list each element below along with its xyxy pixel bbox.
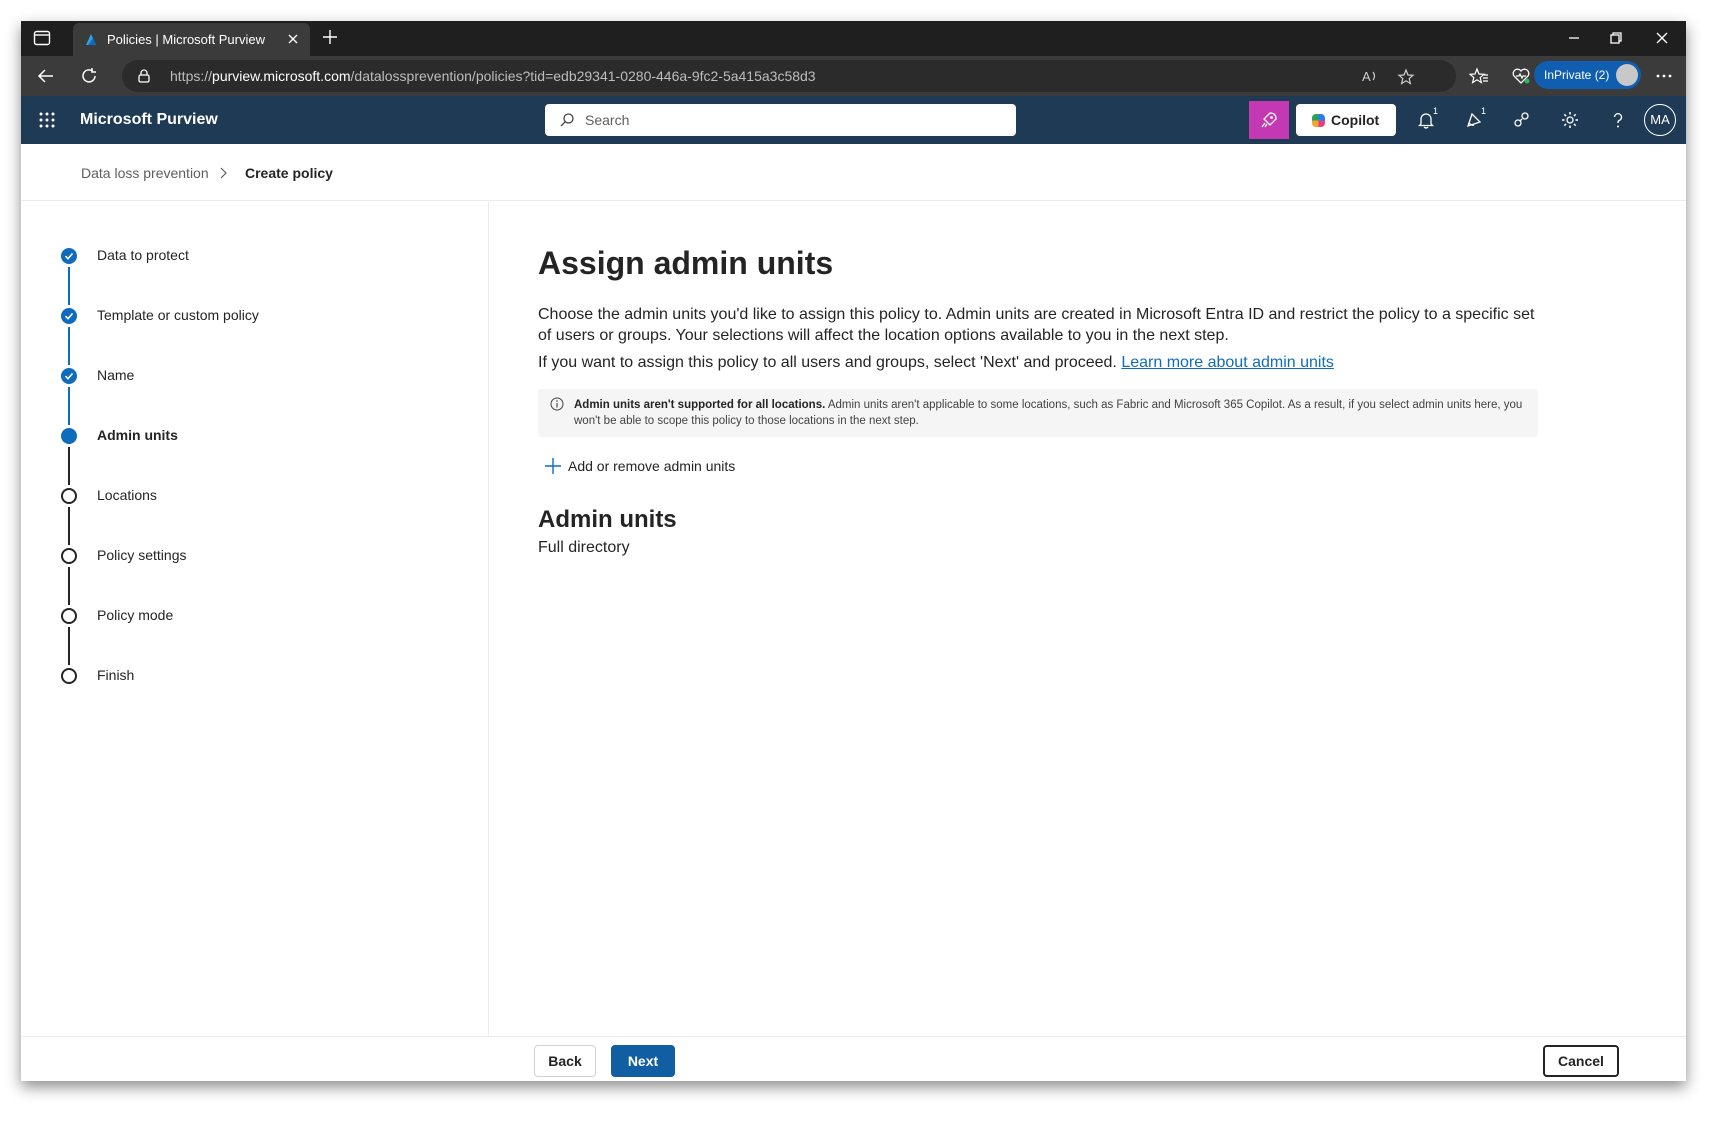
admin-units-value: Full directory: [538, 539, 630, 556]
add-remove-label: Add or remove admin units: [568, 458, 736, 474]
profile-picture-icon: [1616, 64, 1638, 86]
breadcrumb: Data loss prevention Create policy: [21, 144, 1686, 201]
next-button[interactable]: Next: [611, 1045, 675, 1077]
plus-icon: [545, 458, 561, 474]
notifications-badge: 1: [1433, 106, 1439, 116]
empty-circle-icon: [61, 608, 77, 624]
more-options-icon[interactable]: [1654, 66, 1674, 86]
minimize-icon[interactable]: [1566, 30, 1582, 46]
copilot-button[interactable]: Copilot: [1296, 104, 1396, 136]
step-connector: [68, 267, 70, 305]
close-tab-icon[interactable]: [286, 32, 300, 46]
tab-actions-icon[interactable]: [33, 30, 51, 46]
app-brand[interactable]: Microsoft Purview: [80, 111, 218, 129]
step-connector: [68, 567, 70, 605]
app-header: Microsoft Purview Copilot 1 1 MA: [21, 96, 1686, 144]
search-box[interactable]: [545, 104, 1016, 136]
empty-circle-icon: [61, 668, 77, 684]
step-label: Template or custom policy: [97, 307, 259, 323]
search-icon: [560, 113, 574, 127]
browser-tab[interactable]: Policies | Microsoft Purview: [73, 23, 310, 56]
info-banner: Admin units aren't supported for all loc…: [538, 389, 1538, 437]
empty-circle-icon: [61, 488, 77, 504]
check-icon: [61, 368, 77, 384]
read-aloud-icon[interactable]: A: [1361, 68, 1379, 84]
whats-new-badge: 1: [1481, 106, 1487, 116]
favorites-icon[interactable]: [1469, 66, 1489, 86]
app-launcher-icon[interactable]: [38, 111, 56, 129]
main-content: Assign admin units Choose the admin unit…: [490, 202, 1686, 1049]
chevron-right-icon: [220, 167, 227, 179]
step-label: Locations: [97, 487, 157, 503]
user-avatar[interactable]: MA: [1644, 104, 1676, 136]
new-tab-icon[interactable]: [321, 28, 339, 46]
browser-essentials-icon[interactable]: [1511, 66, 1531, 86]
browser-window: Policies | Microsoft Purview https://pur…: [21, 21, 1686, 1081]
close-window-icon[interactable]: [1654, 30, 1670, 46]
svg-text:A: A: [1362, 69, 1371, 84]
current-step-dot-icon: [61, 428, 77, 444]
back-arrow-icon[interactable]: [36, 66, 56, 86]
page-description: Choose the admin units you'd like to ass…: [538, 306, 1535, 344]
wizard-footer: Back Next Cancel: [21, 1036, 1686, 1081]
back-button[interactable]: Back: [534, 1045, 596, 1077]
step-connector: [68, 627, 70, 665]
rocket-icon: [1261, 112, 1277, 128]
tab-title: Policies | Microsoft Purview: [107, 32, 265, 47]
step-label: Finish: [97, 667, 135, 683]
step-label: Name: [97, 367, 135, 383]
restore-icon[interactable]: [1608, 30, 1624, 46]
copilot-pink-button[interactable]: [1249, 101, 1289, 139]
step-label: Admin units: [97, 427, 178, 443]
step-connector: [68, 387, 70, 425]
step-label: Policy settings: [97, 547, 187, 563]
community-icon[interactable]: [1512, 110, 1532, 130]
proceed-sentence: If you want to assign this policy to all…: [538, 354, 1117, 371]
step-connector: [68, 507, 70, 545]
step-connector: [68, 327, 70, 365]
step-label: Policy mode: [97, 607, 174, 623]
admin-units-heading: Admin units: [538, 506, 677, 533]
address-bar[interactable]: https://purview.microsoft.com/datalosspr…: [122, 60, 1456, 92]
info-icon: [550, 397, 564, 411]
purview-favicon-icon: [86, 34, 96, 45]
breadcrumb-create-policy: Create policy: [245, 165, 333, 181]
tab-strip: Policies | Microsoft Purview: [21, 21, 1686, 56]
step-label: Data to protect: [97, 247, 189, 263]
copilot-logo-icon: [1312, 114, 1325, 127]
wizard-steps: Data to protect Template or custom polic…: [21, 202, 489, 1049]
url-text: https://purview.microsoft.com/datalosspr…: [170, 68, 816, 84]
refresh-icon[interactable]: [79, 66, 99, 86]
copilot-label: Copilot: [1331, 112, 1380, 128]
inprivate-badge[interactable]: InPrivate (2): [1534, 61, 1641, 89]
cancel-button[interactable]: Cancel: [1543, 1045, 1619, 1077]
favorite-star-icon[interactable]: [1397, 68, 1415, 86]
lock-icon[interactable]: [136, 68, 152, 84]
help-question-icon[interactable]: [1608, 110, 1628, 130]
breadcrumb-dlp[interactable]: Data loss prevention: [81, 165, 209, 181]
browser-toolbar: https://purview.microsoft.com/datalosspr…: [21, 56, 1686, 96]
inprivate-label: InPrivate (2): [1544, 68, 1610, 82]
search-input[interactable]: [585, 110, 985, 130]
info-bold-text: Admin units aren't supported for all loc…: [574, 399, 826, 411]
info-text: Admin units aren't supported for all loc…: [574, 397, 1524, 429]
empty-circle-icon: [61, 548, 77, 564]
proceed-text: If you want to assign this policy to all…: [538, 354, 1334, 372]
learn-more-link[interactable]: Learn more about admin units: [1121, 354, 1334, 371]
page-title: Assign admin units: [538, 245, 834, 281]
settings-gear-icon[interactable]: [1560, 110, 1580, 130]
step-connector: [68, 447, 70, 485]
check-icon: [61, 248, 77, 264]
check-icon: [61, 308, 77, 324]
